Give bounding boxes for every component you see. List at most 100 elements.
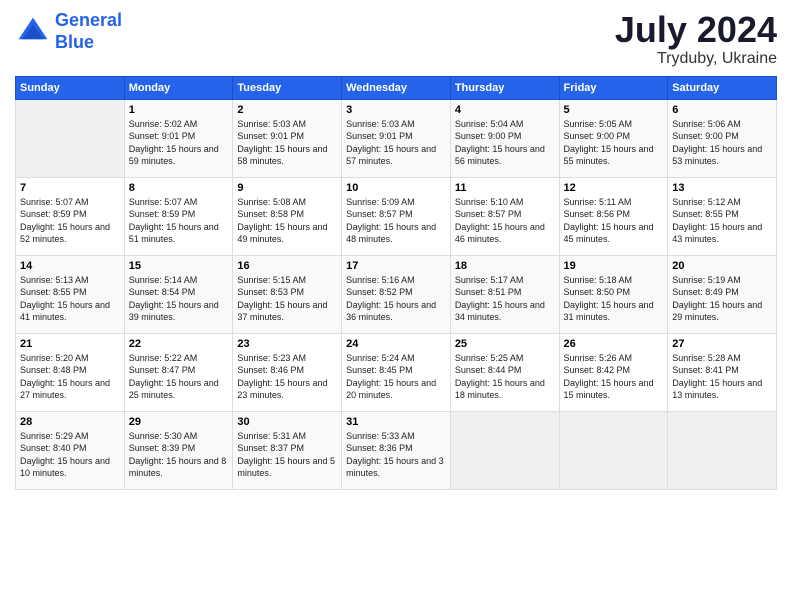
day-number: 21 bbox=[20, 338, 120, 350]
calendar-cell: 6 Sunrise: 5:06 AM Sunset: 9:00 PM Daylig… bbox=[668, 99, 777, 177]
month-title: July 2024 bbox=[615, 10, 777, 50]
day-info: Sunrise: 5:16 AM Sunset: 8:52 PM Dayligh… bbox=[346, 274, 446, 324]
calendar-cell: 25 Sunrise: 5:25 AM Sunset: 8:44 PM Dayli… bbox=[450, 333, 559, 411]
day-info: Sunrise: 5:20 AM Sunset: 8:48 PM Dayligh… bbox=[20, 352, 120, 402]
logo-icon bbox=[15, 14, 51, 50]
day-header-sunday: Sunday bbox=[16, 76, 125, 99]
day-number: 13 bbox=[672, 182, 772, 194]
day-info: Sunrise: 5:09 AM Sunset: 8:57 PM Dayligh… bbox=[346, 196, 446, 246]
calendar-header: SundayMondayTuesdayWednesdayThursdayFrid… bbox=[16, 76, 777, 99]
day-number: 31 bbox=[346, 416, 446, 428]
day-number: 19 bbox=[564, 260, 664, 272]
day-number: 3 bbox=[346, 104, 446, 116]
calendar-cell: 3 Sunrise: 5:03 AM Sunset: 9:01 PM Daylig… bbox=[342, 99, 451, 177]
calendar-cell: 17 Sunrise: 5:16 AM Sunset: 8:52 PM Dayli… bbox=[342, 255, 451, 333]
calendar-cell: 5 Sunrise: 5:05 AM Sunset: 9:00 PM Daylig… bbox=[559, 99, 668, 177]
calendar-cell: 2 Sunrise: 5:03 AM Sunset: 9:01 PM Daylig… bbox=[233, 99, 342, 177]
calendar-cell: 12Sunrise: 5:11 AM Sunset: 8:56 PM Dayli… bbox=[559, 177, 668, 255]
day-number: 17 bbox=[346, 260, 446, 272]
header: General Blue July 2024 Tryduby, Ukraine bbox=[15, 10, 777, 68]
day-info: Sunrise: 5:28 AM Sunset: 8:41 PM Dayligh… bbox=[672, 352, 772, 402]
day-header-thursday: Thursday bbox=[450, 76, 559, 99]
day-header-saturday: Saturday bbox=[668, 76, 777, 99]
calendar-cell: 14 Sunrise: 5:13 AM Sunset: 8:55 PM Dayli… bbox=[16, 255, 125, 333]
calendar-cell: 22Sunrise: 5:22 AM Sunset: 8:47 PM Dayli… bbox=[124, 333, 233, 411]
calendar-cell: 9 Sunrise: 5:08 AM Sunset: 8:58 PM Daylig… bbox=[233, 177, 342, 255]
calendar-cell: 7Sunrise: 5:07 AM Sunset: 8:59 PM Daylig… bbox=[16, 177, 125, 255]
calendar-week-1: 1 Sunrise: 5:02 AM Sunset: 9:01 PM Daylig… bbox=[16, 99, 777, 177]
day-info: Sunrise: 5:23 AM Sunset: 8:46 PM Dayligh… bbox=[237, 352, 337, 402]
title-block: July 2024 Tryduby, Ukraine bbox=[615, 10, 777, 68]
day-info: Sunrise: 5:17 AM Sunset: 8:51 PM Dayligh… bbox=[455, 274, 555, 324]
day-info: Sunrise: 5:15 AM Sunset: 8:53 PM Dayligh… bbox=[237, 274, 337, 324]
calendar-cell: 24Sunrise: 5:24 AM Sunset: 8:45 PM Dayli… bbox=[342, 333, 451, 411]
day-number: 23 bbox=[237, 338, 337, 350]
day-header-tuesday: Tuesday bbox=[233, 76, 342, 99]
day-number: 18 bbox=[455, 260, 555, 272]
day-info: Sunrise: 5:05 AM Sunset: 9:00 PM Dayligh… bbox=[564, 118, 664, 168]
calendar-cell: 18 Sunrise: 5:17 AM Sunset: 8:51 PM Dayli… bbox=[450, 255, 559, 333]
day-number: 25 bbox=[455, 338, 555, 350]
calendar-cell: 29 Sunrise: 5:30 AM Sunset: 8:39 PM Dayli… bbox=[124, 411, 233, 489]
calendar-cell: 15 Sunrise: 5:14 AM Sunset: 8:54 PM Dayli… bbox=[124, 255, 233, 333]
calendar-cell: 21 Sunrise: 5:20 AM Sunset: 8:48 PM Dayli… bbox=[16, 333, 125, 411]
day-number: 6 bbox=[672, 104, 772, 116]
day-number: 8 bbox=[129, 182, 229, 194]
day-number: 14 bbox=[20, 260, 120, 272]
calendar-cell: 31 Sunrise: 5:33 AM Sunset: 8:36 PM Dayli… bbox=[342, 411, 451, 489]
calendar-cell: 27Sunrise: 5:28 AM Sunset: 8:41 PM Dayli… bbox=[668, 333, 777, 411]
day-info: Sunrise: 5:31 AM Sunset: 8:37 PM Dayligh… bbox=[237, 430, 337, 480]
calendar-cell: 4Sunrise: 5:04 AM Sunset: 9:00 PM Daylig… bbox=[450, 99, 559, 177]
day-info: Sunrise: 5:03 AM Sunset: 9:01 PM Dayligh… bbox=[237, 118, 337, 168]
day-info: Sunrise: 5:10 AM Sunset: 8:57 PM Dayligh… bbox=[455, 196, 555, 246]
calendar-week-2: 7Sunrise: 5:07 AM Sunset: 8:59 PM Daylig… bbox=[16, 177, 777, 255]
day-info: Sunrise: 5:06 AM Sunset: 9:00 PM Dayligh… bbox=[672, 118, 772, 168]
day-number: 5 bbox=[564, 104, 664, 116]
calendar-cell: 11 Sunrise: 5:10 AM Sunset: 8:57 PM Dayli… bbox=[450, 177, 559, 255]
main-container: General Blue July 2024 Tryduby, Ukraine … bbox=[0, 0, 792, 500]
day-number: 16 bbox=[237, 260, 337, 272]
day-number: 15 bbox=[129, 260, 229, 272]
day-info: Sunrise: 5:33 AM Sunset: 8:36 PM Dayligh… bbox=[346, 430, 446, 480]
day-header-wednesday: Wednesday bbox=[342, 76, 451, 99]
day-info: Sunrise: 5:03 AM Sunset: 9:01 PM Dayligh… bbox=[346, 118, 446, 168]
day-number: 1 bbox=[129, 104, 229, 116]
day-number: 26 bbox=[564, 338, 664, 350]
day-info: Sunrise: 5:04 AM Sunset: 9:00 PM Dayligh… bbox=[455, 118, 555, 168]
calendar-cell: 1 Sunrise: 5:02 AM Sunset: 9:01 PM Daylig… bbox=[124, 99, 233, 177]
day-info: Sunrise: 5:19 AM Sunset: 8:49 PM Dayligh… bbox=[672, 274, 772, 324]
logo-text: General Blue bbox=[55, 10, 122, 53]
day-number: 7 bbox=[20, 182, 120, 194]
calendar-cell: 13 Sunrise: 5:12 AM Sunset: 8:55 PM Dayli… bbox=[668, 177, 777, 255]
day-info: Sunrise: 5:13 AM Sunset: 8:55 PM Dayligh… bbox=[20, 274, 120, 324]
calendar-cell bbox=[559, 411, 668, 489]
day-info: Sunrise: 5:14 AM Sunset: 8:54 PM Dayligh… bbox=[129, 274, 229, 324]
day-number: 22 bbox=[129, 338, 229, 350]
calendar-body: 1 Sunrise: 5:02 AM Sunset: 9:01 PM Daylig… bbox=[16, 99, 777, 489]
day-info: Sunrise: 5:30 AM Sunset: 8:39 PM Dayligh… bbox=[129, 430, 229, 480]
day-header-friday: Friday bbox=[559, 76, 668, 99]
calendar-cell bbox=[668, 411, 777, 489]
calendar-cell: 26 Sunrise: 5:26 AM Sunset: 8:42 PM Dayli… bbox=[559, 333, 668, 411]
logo: General Blue bbox=[15, 10, 122, 53]
day-info: Sunrise: 5:11 AM Sunset: 8:56 PM Dayligh… bbox=[564, 196, 664, 246]
day-info: Sunrise: 5:25 AM Sunset: 8:44 PM Dayligh… bbox=[455, 352, 555, 402]
day-number: 20 bbox=[672, 260, 772, 272]
day-number: 11 bbox=[455, 182, 555, 194]
day-info: Sunrise: 5:08 AM Sunset: 8:58 PM Dayligh… bbox=[237, 196, 337, 246]
day-number: 29 bbox=[129, 416, 229, 428]
day-header-monday: Monday bbox=[124, 76, 233, 99]
day-number: 24 bbox=[346, 338, 446, 350]
calendar-cell: 16 Sunrise: 5:15 AM Sunset: 8:53 PM Dayli… bbox=[233, 255, 342, 333]
day-number: 9 bbox=[237, 182, 337, 194]
location-title: Tryduby, Ukraine bbox=[615, 50, 777, 68]
day-info: Sunrise: 5:18 AM Sunset: 8:50 PM Dayligh… bbox=[564, 274, 664, 324]
day-info: Sunrise: 5:12 AM Sunset: 8:55 PM Dayligh… bbox=[672, 196, 772, 246]
calendar-cell: 20 Sunrise: 5:19 AM Sunset: 8:49 PM Dayli… bbox=[668, 255, 777, 333]
calendar-week-4: 21 Sunrise: 5:20 AM Sunset: 8:48 PM Dayli… bbox=[16, 333, 777, 411]
calendar-cell: 19 Sunrise: 5:18 AM Sunset: 8:50 PM Dayli… bbox=[559, 255, 668, 333]
day-info: Sunrise: 5:02 AM Sunset: 9:01 PM Dayligh… bbox=[129, 118, 229, 168]
day-info: Sunrise: 5:26 AM Sunset: 8:42 PM Dayligh… bbox=[564, 352, 664, 402]
calendar-cell: 23 Sunrise: 5:23 AM Sunset: 8:46 PM Dayli… bbox=[233, 333, 342, 411]
day-number: 2 bbox=[237, 104, 337, 116]
